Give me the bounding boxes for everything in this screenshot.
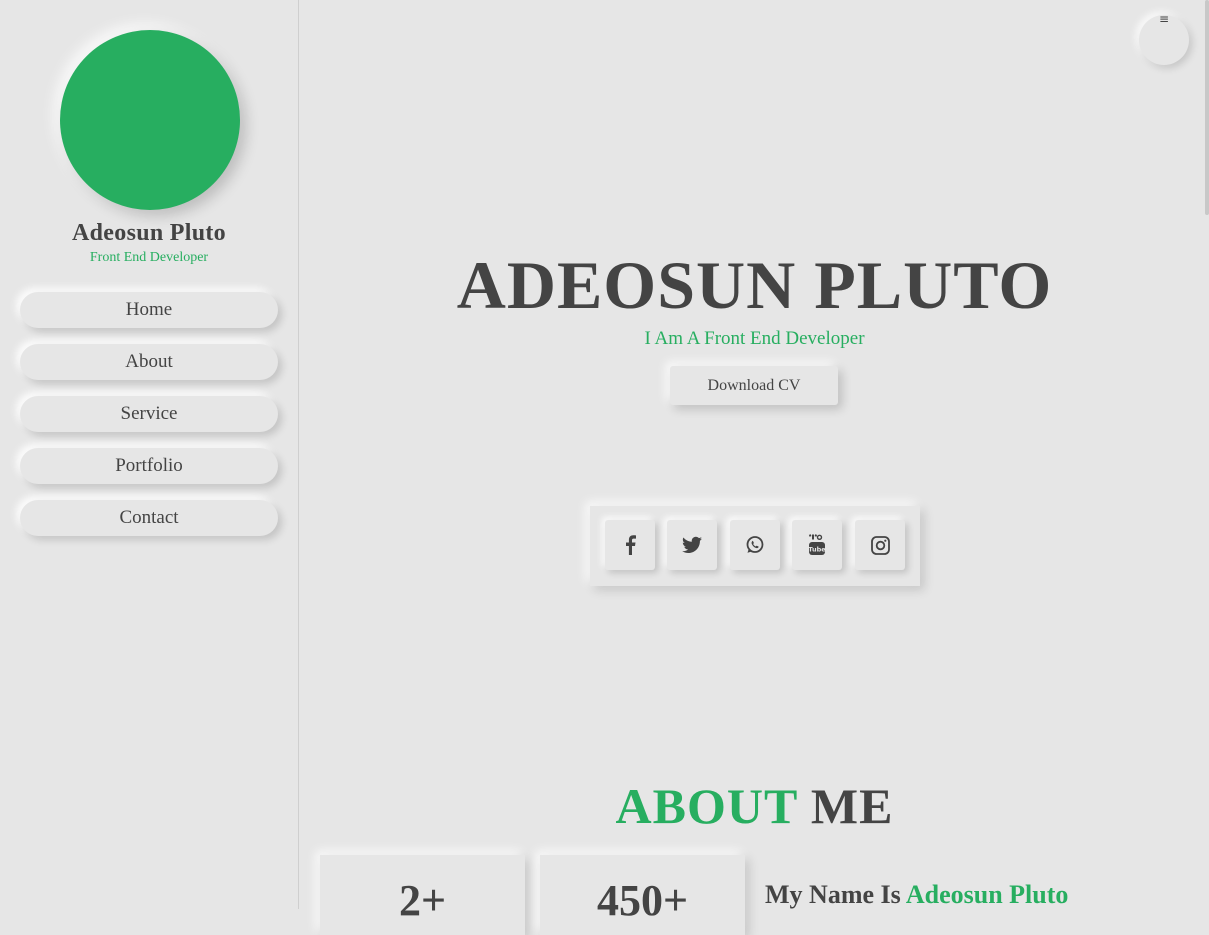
- twitter-icon: [682, 536, 702, 553]
- menu-toggle-button[interactable]: ≡: [1139, 12, 1189, 65]
- nav-service[interactable]: Service: [20, 396, 278, 432]
- youtube-icon: Tube: [808, 534, 826, 555]
- intro-prefix: My Name Is: [765, 880, 901, 909]
- nav-about[interactable]: About: [20, 344, 278, 380]
- hero-subtitle: I Am A Front End Developer: [644, 328, 865, 349]
- svg-text:Tube: Tube: [808, 546, 826, 554]
- scrollbar-thumb[interactable]: [1205, 0, 1209, 215]
- sidebar-role: Front End Developer: [89, 250, 209, 265]
- stat-value: 450+: [596, 876, 689, 925]
- nav-contact[interactable]: Contact: [20, 500, 278, 536]
- stat-value: 2+: [398, 876, 447, 925]
- whatsapp-icon: [746, 536, 764, 553]
- social-links: Tube: [590, 506, 920, 586]
- sidebar-nav: Home About Service Portfolio Contact: [20, 292, 278, 552]
- about-heading: ABOUT ME: [300, 777, 1209, 835]
- twitter-button[interactable]: [667, 520, 717, 570]
- nav-home[interactable]: Home: [20, 292, 278, 328]
- whatsapp-button[interactable]: [730, 520, 780, 570]
- sidebar: Adeosun Pluto Front End Developer Home A…: [0, 0, 299, 909]
- profile-avatar: [60, 30, 240, 210]
- download-cv-button[interactable]: Download CV: [670, 366, 838, 405]
- about-intro: My Name Is Adeosun Pluto: [765, 880, 1068, 910]
- about-heading-rest: ME: [810, 778, 894, 834]
- instagram-icon: [870, 535, 890, 555]
- youtube-button[interactable]: Tube: [792, 520, 842, 570]
- instagram-button[interactable]: [855, 520, 905, 570]
- hero-title: ADEOSUN PLUTO: [456, 247, 1053, 323]
- about-heading-accent: ABOUT: [615, 778, 798, 834]
- stat-card-experience: 2+: [320, 855, 525, 935]
- nav-portfolio[interactable]: Portfolio: [20, 448, 278, 484]
- menu-icon: ≡: [1158, 12, 1170, 26]
- facebook-icon: [626, 535, 636, 555]
- sidebar-name: Adeosun Pluto: [72, 220, 226, 246]
- intro-name: Adeosun Pluto: [905, 880, 1069, 909]
- facebook-button[interactable]: [605, 520, 655, 570]
- stat-card-projects: 450+: [540, 855, 745, 935]
